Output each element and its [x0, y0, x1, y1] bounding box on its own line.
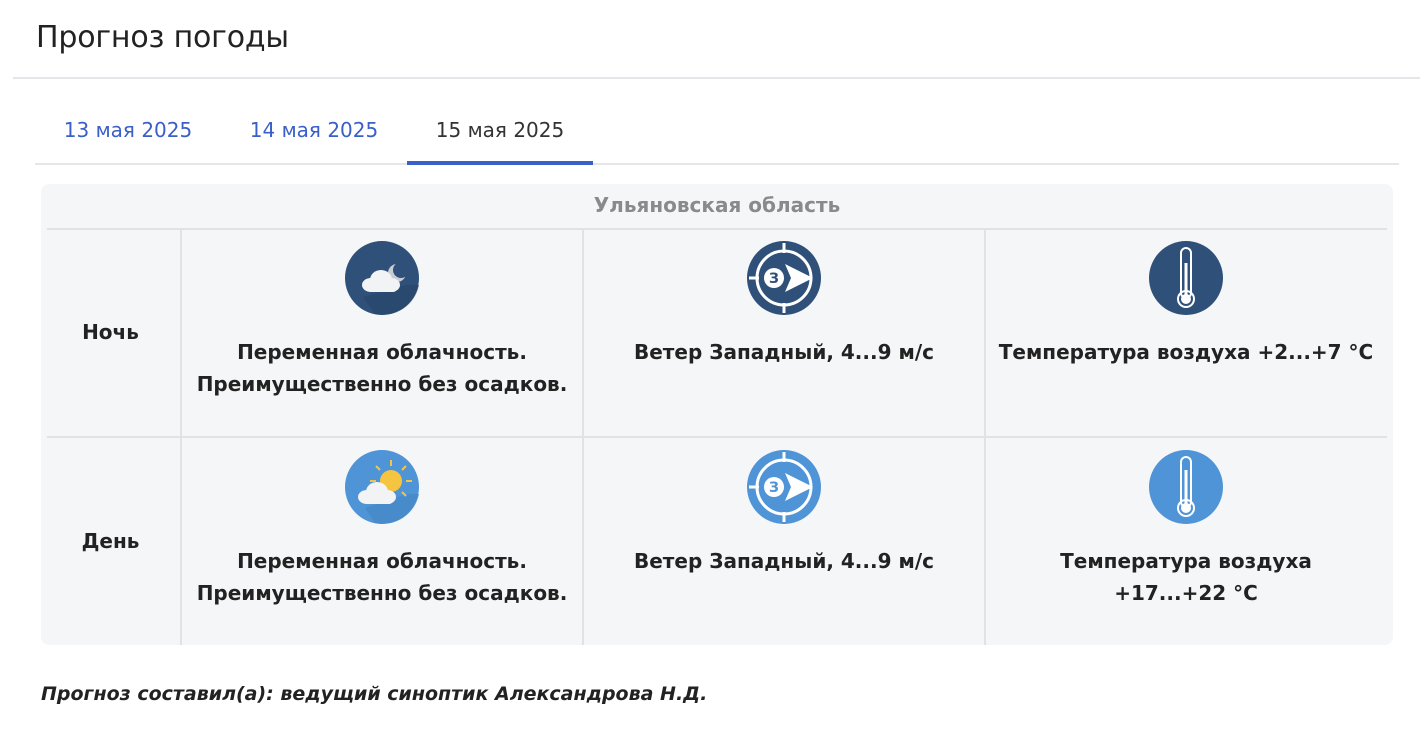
temp-text-day: Температура воздуха +17...+22 °С [1060, 549, 1312, 605]
region-header: Ульяновская область [593, 193, 841, 217]
wind-direction-west-icon: З [747, 450, 821, 524]
cloud-cell-day: Переменная облачность. Преимущественно б… [182, 450, 582, 609]
temp-cell-night: Температура воздуха +2...+7 °С [986, 241, 1386, 368]
cloud-text-day: Переменная облачность. Преимущественно б… [196, 549, 568, 605]
period-label-day: День [81, 529, 140, 553]
temp-text-night: Температура воздуха +2...+7 °С [998, 340, 1374, 364]
wind-cell-night: З Ветер Западный, 4...9 м/с [584, 241, 984, 368]
tab-15-may[interactable]: 15 мая 2025 [407, 100, 593, 165]
title-divider [13, 77, 1420, 79]
row-divider [47, 436, 1387, 438]
tab-13-may[interactable]: 13 мая 2025 [35, 100, 221, 165]
wind-direction-west-icon: З [747, 241, 821, 315]
page-title: Прогноз погоды [36, 20, 289, 55]
temp-cell-day: Температура воздуха +17...+22 °С [986, 450, 1386, 609]
tab-14-may[interactable]: 14 мая 2025 [221, 100, 407, 165]
cloud-cell-night: Переменная облачность. Преимущественно б… [182, 241, 582, 400]
row-divider [47, 228, 1387, 230]
partly-cloudy-day-icon [345, 450, 419, 524]
wind-direction-letter: З [769, 480, 779, 496]
wind-direction-letter: З [769, 271, 779, 287]
thermometer-icon [1149, 241, 1223, 315]
wind-text-night: Ветер Западный, 4...9 м/с [634, 340, 934, 364]
partly-cloudy-night-icon [345, 241, 419, 315]
cloud-text-night: Переменная облачность. Преимущественно б… [196, 340, 568, 396]
period-label-night: Ночь [82, 320, 139, 344]
forecast-author: Прогноз составил(а): ведущий синоптик Ал… [41, 683, 708, 705]
date-tabs: 13 мая 2025 14 мая 2025 15 мая 2025 [35, 100, 1399, 165]
forecast-table: Ульяновская область Ночь Переменная обла… [41, 184, 1393, 645]
thermometer-icon [1149, 450, 1223, 524]
wind-cell-day: З Ветер Западный, 4...9 м/с [584, 450, 984, 577]
wind-text-day: Ветер Западный, 4...9 м/с [634, 549, 934, 573]
